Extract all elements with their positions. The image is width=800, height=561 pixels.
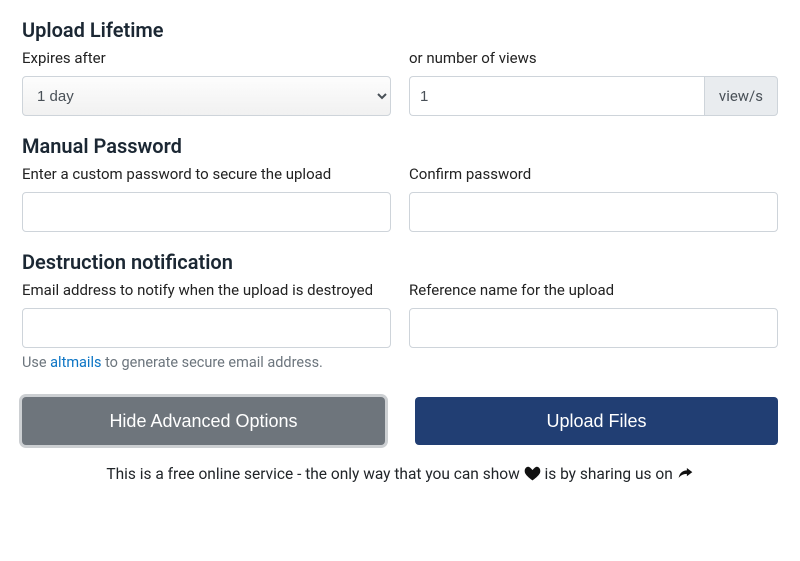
action-buttons-row: Hide Advanced Options Upload Files (22, 397, 778, 445)
expires-after-select[interactable]: 1 day (22, 76, 391, 116)
manual-password-title: Manual Password (22, 134, 778, 158)
expires-after-label: Expires after (22, 48, 391, 70)
password-confirm-input[interactable] (409, 192, 778, 232)
upload-lifetime-title: Upload Lifetime (22, 18, 778, 42)
password-input[interactable] (22, 192, 391, 232)
number-of-views-label: or number of views (409, 48, 778, 70)
destruction-reference-label: Reference name for the upload (409, 280, 778, 302)
destruction-email-label: Email address to notify when the upload … (22, 280, 391, 302)
password-enter-label: Enter a custom password to secure the up… (22, 164, 391, 186)
heart-icon (524, 466, 541, 485)
hide-advanced-options-button[interactable]: Hide Advanced Options (22, 397, 385, 445)
destruction-email-input[interactable] (22, 308, 391, 348)
altmails-hint: Use altmails to generate secure email ad… (22, 354, 391, 371)
destruction-reference-input[interactable] (409, 308, 778, 348)
share-icon[interactable] (677, 466, 694, 485)
section-destruction-notification: Destruction notification Email address t… (22, 250, 778, 371)
footer-text: This is a free online service - the only… (22, 465, 778, 485)
number-of-views-input[interactable] (409, 76, 704, 116)
altmails-link[interactable]: altmails (50, 354, 101, 371)
upload-files-button[interactable]: Upload Files (415, 397, 778, 445)
views-suffix: view/s (704, 76, 778, 116)
section-manual-password: Manual Password Enter a custom password … (22, 134, 778, 232)
password-confirm-label: Confirm password (409, 164, 778, 186)
destruction-title: Destruction notification (22, 250, 778, 274)
section-upload-lifetime: Upload Lifetime Expires after 1 day or n… (22, 18, 778, 116)
